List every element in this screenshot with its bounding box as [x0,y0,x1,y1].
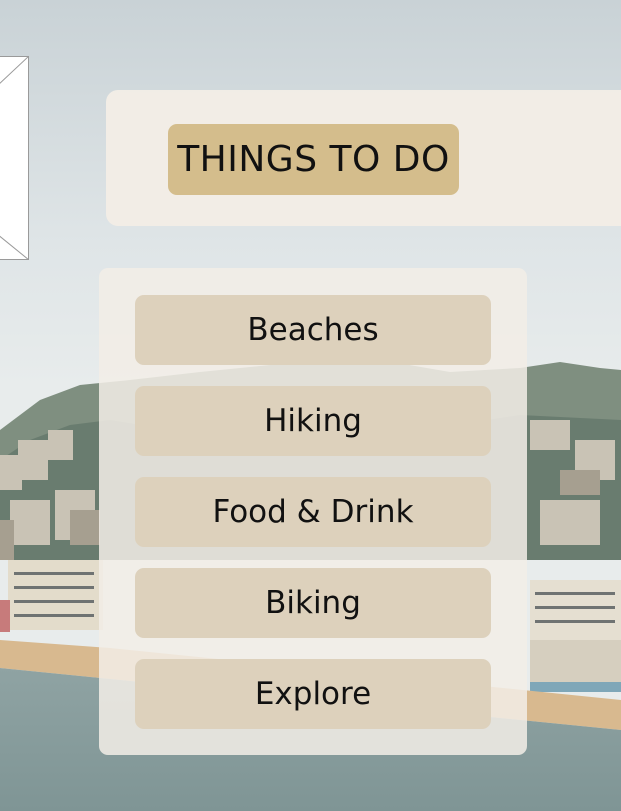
hiking-button[interactable]: Hiking [135,386,491,456]
page-title: THINGS TO DO [168,124,459,195]
biking-button[interactable]: Biking [135,568,491,638]
food-drink-button[interactable]: Food & Drink [135,477,491,547]
broken-image-placeholder [0,56,29,260]
explore-button[interactable]: Explore [135,659,491,729]
beaches-button[interactable]: Beaches [135,295,491,365]
